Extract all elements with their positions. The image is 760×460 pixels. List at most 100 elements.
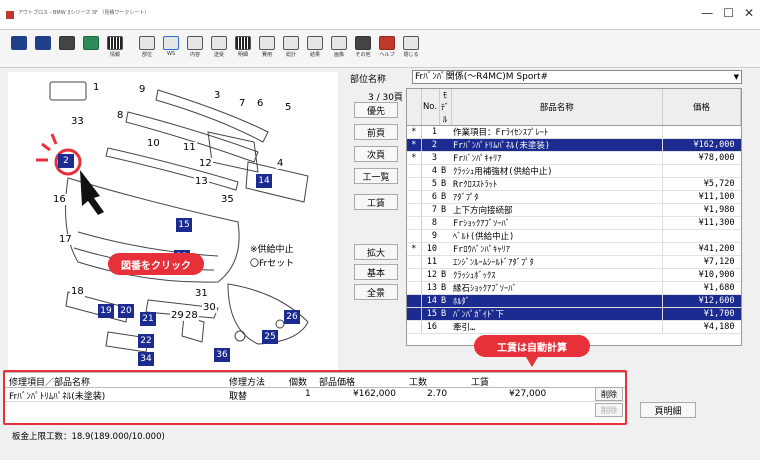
part-number-31[interactable]: 31	[194, 288, 209, 299]
col-no: No.	[421, 89, 440, 126]
part-number-21-boxed[interactable]: 21	[140, 312, 156, 326]
labor-button[interactable]: 工賃	[354, 194, 398, 210]
part-number-11[interactable]: 11	[182, 142, 197, 153]
close-icon	[403, 35, 419, 50]
detail-tb-button[interactable]: 明細	[232, 35, 254, 62]
part-number-22-boxed[interactable]: 22	[138, 334, 154, 348]
part-number-18[interactable]: 18	[70, 286, 85, 297]
page-detail-button[interactable]: 頁明細	[640, 402, 696, 418]
part-number-28[interactable]: 28	[184, 310, 199, 321]
model-select[interactable]: Frﾊﾞﾝﾊﾟ関係(〜R4MC)M Sport# ▼	[412, 70, 742, 84]
print-button[interactable]	[56, 35, 78, 62]
parts-row-8[interactable]: 8 Frｼｮｯｸｱﾌﾞｿｰﾊﾞ ¥11,300	[407, 216, 741, 230]
zoom-full-button[interactable]: 全景	[354, 284, 398, 300]
parts-cell-price	[662, 125, 741, 139]
part-number-30[interactable]: 30	[202, 302, 217, 313]
save-button[interactable]	[8, 35, 30, 62]
parts-cell-star	[407, 177, 422, 191]
parts-row-13[interactable]: 13 B 縁石ｼｮｯｸｱﾌﾞｿｰﾊﾞ ¥1,680	[407, 281, 741, 295]
part-number-33[interactable]: 33	[70, 116, 85, 127]
parts-cell-code	[439, 242, 451, 256]
part-number-36-boxed[interactable]: 36	[214, 348, 230, 362]
part-number-34-boxed[interactable]: 34	[138, 352, 154, 366]
image-button[interactable]: 画像	[328, 35, 350, 62]
parts-cell-no: 2	[421, 138, 439, 152]
total-button[interactable]: 総計	[280, 35, 302, 62]
window-controls: — ☐ ✕	[701, 6, 754, 20]
other-icon	[355, 35, 371, 50]
parts-cell-code: B	[439, 203, 451, 217]
info-button[interactable]: 情報	[104, 35, 126, 62]
part-number-1[interactable]: 1	[92, 82, 101, 93]
part-number-16[interactable]: 16	[52, 194, 67, 205]
parts-row-7[interactable]: 7 B 上下方向接続部 ¥1,980	[407, 203, 741, 217]
part-number-12[interactable]: 12	[198, 158, 213, 169]
close-window-button[interactable]: ✕	[744, 6, 754, 20]
part-number-14-boxed[interactable]: 14	[256, 174, 272, 188]
parts-cell-code	[439, 255, 451, 269]
part-number-6[interactable]: 6	[256, 98, 265, 109]
labor-list-button[interactable]: 工一覧	[354, 168, 398, 184]
part-number-25-boxed[interactable]: 25	[262, 330, 278, 344]
parts-row-1[interactable]: * 1 作業項目：Frﾗｲｾﾝｽﾌﾟﾚｰﾄ	[407, 125, 741, 139]
parts-row-11[interactable]: 11 ｴﾝｼﾞﾝﾙｰﾑｼｰﾙﾄﾞｱﾀﾞﾌﾟﾀ ¥7,120	[407, 255, 741, 269]
part-number-19-boxed[interactable]: 19	[98, 304, 114, 318]
exit-button[interactable]	[80, 35, 102, 62]
parts-row-10[interactable]: * 10 Frﾛｳﾊﾞﾝﾊﾟｷｬﾘｱ ¥41,200	[407, 242, 741, 256]
result-button[interactable]: 結果	[304, 35, 326, 62]
parts-cell-no: 14	[421, 294, 439, 308]
part-number-7[interactable]: 7	[238, 98, 247, 109]
delete-button[interactable]: 削除	[595, 387, 623, 401]
priority-button[interactable]: 優先	[354, 102, 398, 118]
info-icon	[107, 35, 123, 50]
parts-row-3[interactable]: * 3 Frﾊﾞﾝﾊﾟｷｬﾘｱ ¥78,000	[407, 151, 741, 165]
parts-row-6[interactable]: 6 B ｱﾀﾞﾌﾟﾀ ¥11,100	[407, 190, 741, 204]
transfer-button[interactable]: 送受	[208, 35, 230, 62]
parts-row-5[interactable]: 5 B Rrｸﾛｽｽﾄﾗｯﾄ ¥5,720	[407, 177, 741, 191]
parts-diagram[interactable]: ※供給中止 〇Frセット 1 3 7 6 5 8 9 10 4 11 12 13 16 17 18 31 33 2…	[8, 72, 338, 370]
part-number-13[interactable]: 13	[194, 176, 209, 187]
work-row-labor[interactable]: ¥27,000	[509, 389, 546, 399]
parts-row-12[interactable]: 12 B ｸﾗｯｼｭﾎﾞｯｸｽ ¥10,900	[407, 268, 741, 282]
part-number-10[interactable]: 10	[146, 138, 161, 149]
other-button[interactable]: その他	[352, 35, 374, 62]
part-number-17[interactable]: 17	[58, 234, 73, 245]
part-number-9[interactable]: 9	[138, 84, 147, 95]
part-number-26-boxed[interactable]: 26	[284, 310, 300, 324]
parts-row-4[interactable]: 4 B ｸﾗｯｼｭ用補強材(供給中止)	[407, 164, 741, 178]
internal-button[interactable]: 内容	[184, 35, 206, 62]
close-button[interactable]: 閉じる	[400, 35, 422, 62]
parts-cell-no: 1	[421, 125, 439, 139]
parts-cell-name: Frﾊﾞﾝﾊﾟｷｬﾘｱ	[451, 151, 663, 165]
parts-row-9[interactable]: 9 ﾍﾞﾙﾄ(供給中止)	[407, 229, 741, 243]
prev-page-button[interactable]: 前頁	[354, 124, 398, 140]
parts-row-15[interactable]: 15 B ﾊﾞﾝﾊﾟｶﾞｲﾄﾞ下 ¥1,700	[407, 307, 741, 321]
detail-icon	[235, 35, 251, 50]
parts-row-2[interactable]: * 2 Frﾊﾞﾝﾊﾟﾄﾘﾑﾊﾟﾈﾙ(未塗装) ¥162,000	[407, 138, 741, 152]
part-number-35[interactable]: 35	[220, 194, 235, 205]
help-button[interactable]: ヘルプ	[376, 35, 398, 62]
work-row-hours[interactable]: 2.70	[427, 389, 447, 399]
part-number-29[interactable]: 29	[170, 310, 185, 321]
parts-button[interactable]: 部位	[136, 35, 158, 62]
maximize-button[interactable]: ☐	[723, 6, 734, 20]
save-as-button[interactable]	[32, 35, 54, 62]
zoom-in-button[interactable]: 拡大	[354, 244, 398, 260]
cost-button[interactable]: 費用	[256, 35, 278, 62]
zoom-basic-button[interactable]: 基本	[354, 264, 398, 280]
next-page-button[interactable]: 次頁	[354, 146, 398, 162]
parts-row-14[interactable]: 14 B ﾎﾙﾀﾞ ¥12,600	[407, 294, 741, 308]
part-number-5[interactable]: 5	[284, 102, 293, 113]
part-number-2-boxed[interactable]: 2	[58, 154, 74, 168]
ws-button[interactable]: WS	[160, 35, 182, 62]
work-row-part-price[interactable]: ¥162,000	[353, 389, 396, 399]
part-number-3[interactable]: 3	[213, 90, 222, 101]
part-number-20-boxed[interactable]: 20	[118, 304, 134, 318]
parts-row-16[interactable]: 16 牽引… ¥4,180	[407, 320, 741, 334]
part-number-4[interactable]: 4	[276, 158, 285, 169]
parts-cell-code	[439, 229, 451, 243]
work-row-qty[interactable]: 1	[305, 389, 311, 399]
minimize-button[interactable]: —	[701, 6, 713, 20]
part-number-8[interactable]: 8	[116, 110, 125, 121]
part-number-15-boxed[interactable]: 15	[176, 218, 192, 232]
